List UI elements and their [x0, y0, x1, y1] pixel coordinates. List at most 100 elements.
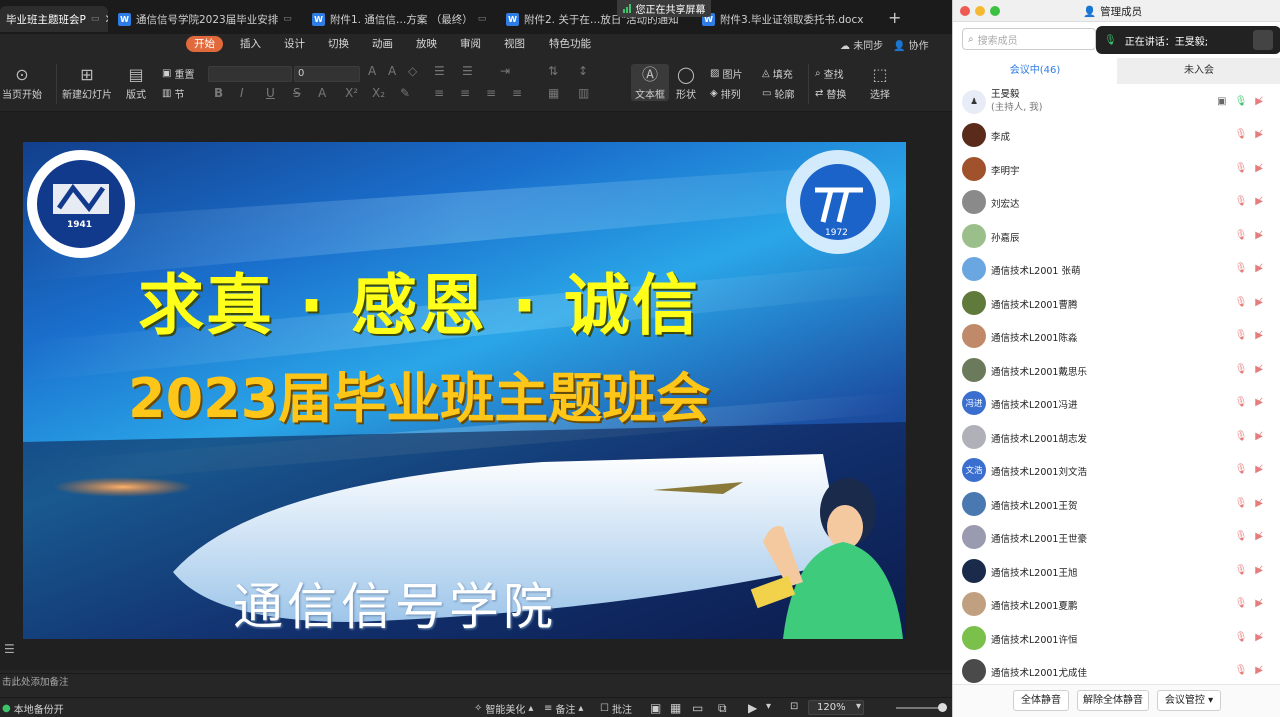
mic-off-icon[interactable]: 🎙 — [1235, 565, 1248, 576]
mic-off-icon[interactable]: 🎙 — [1235, 498, 1248, 509]
outline-button[interactable]: ▭ 轮廓 — [762, 86, 794, 101]
member-row[interactable]: 通信技术L2001曹腾 🎙 ▶̸ — [953, 287, 1280, 320]
menu-home[interactable]: 开始 — [186, 36, 223, 52]
camera-off-icon[interactable]: ▶̸ — [1255, 498, 1263, 509]
indent-icon[interactable]: ⇥ — [500, 64, 510, 78]
mic-off-icon[interactable]: 🎙 — [1235, 163, 1248, 174]
zoom-slider-knob[interactable] — [938, 703, 947, 712]
close-icon[interactable]: ✕ — [104, 12, 108, 26]
meeting-control-button[interactable]: 会议管控 ▾ — [1157, 690, 1221, 711]
slide-title-motto[interactable]: 求真 · 感恩 · 诚信 — [138, 252, 700, 348]
camera-off-icon[interactable]: ▶̸ — [1255, 431, 1263, 442]
member-row-host[interactable]: ♟ 王旻毅 (主持人, 我) ▣ 🎙 ▶̸ — [953, 86, 1280, 119]
mic-off-icon[interactable]: 🎙 — [1235, 196, 1248, 207]
slide-1[interactable]: 求真 · 感恩 · 诚信 2023届毕业班主题班会 通信信号学院 1941 19… — [23, 142, 906, 639]
camera-off-icon[interactable]: ▶̸ — [1255, 665, 1263, 676]
member-row[interactable]: 孙嘉辰 🎙 ▶̸ — [953, 220, 1280, 253]
superscript-icon[interactable]: X² — [345, 86, 358, 100]
reset-button[interactable]: ▣ 重置 — [162, 66, 194, 81]
subscript-icon[interactable]: X₂ — [372, 86, 385, 100]
align-left-icon[interactable]: ≡ — [434, 86, 444, 100]
bullets-icon[interactable]: ☰ — [434, 64, 445, 78]
mic-off-icon[interactable]: 🎙 — [1235, 129, 1248, 140]
grow-font-icon[interactable]: A — [368, 64, 376, 78]
menu-design[interactable]: 设计 — [284, 36, 305, 52]
camera-off-icon[interactable]: ▶̸ — [1255, 464, 1263, 475]
member-row[interactable]: 通信技术L2001陈淼 🎙 ▶̸ — [953, 320, 1280, 353]
caret-icon[interactable]: ▾ — [856, 701, 861, 712]
italic-icon[interactable]: I — [240, 86, 244, 100]
menu-special[interactable]: 特色功能 — [549, 36, 591, 52]
mic-off-icon[interactable]: 🎙 — [1235, 364, 1248, 375]
align-center-icon[interactable]: ≡ — [460, 86, 470, 100]
mute-all-button[interactable]: 全体静音 — [1013, 690, 1069, 711]
find-button[interactable]: ⌕ 查找 — [815, 66, 844, 81]
mic-on-icon[interactable]: 🎙 — [1235, 96, 1248, 107]
tab-not-joined[interactable]: 未入会 — [1117, 58, 1280, 84]
camera-off-icon[interactable]: ▶̸ — [1255, 230, 1263, 241]
distribute-icon[interactable]: ▦ — [548, 86, 559, 100]
normal-view-icon[interactable]: ▣ — [650, 701, 661, 715]
mic-off-icon[interactable]: 🎙 — [1235, 330, 1248, 341]
textbox-button[interactable]: Ⓐ 文本框 — [631, 64, 669, 101]
play-from-current-button[interactable]: ⊙ 当页开始 — [2, 64, 42, 101]
member-row[interactable]: 通信技术L2001胡志发 🎙 ▶̸ — [953, 421, 1280, 454]
mic-off-icon[interactable]: 🎙 — [1235, 632, 1248, 643]
mic-off-icon[interactable]: 🎙 — [1235, 464, 1248, 475]
font-size-select[interactable]: 0 — [294, 66, 360, 82]
font-family-select[interactable] — [208, 66, 292, 82]
camera-off-icon[interactable]: ▶̸ — [1255, 297, 1263, 308]
collab-button[interactable]: 👤 协作 — [893, 37, 929, 52]
select-button[interactable]: ⬚ 选择 — [870, 64, 890, 101]
notes-toggle[interactable]: ≡ 备注 ▴ — [544, 701, 583, 716]
member-row[interactable]: 通信技术L2001夏鹏 🎙 ▶̸ — [953, 588, 1280, 621]
zoom-slider-track[interactable] — [896, 707, 944, 709]
menu-animation[interactable]: 动画 — [372, 36, 393, 52]
reading-view-icon[interactable]: ▭ — [692, 701, 703, 715]
camera-off-icon[interactable]: ▶̸ — [1255, 632, 1263, 643]
picture-button[interactable]: ▨ 图片 — [710, 66, 742, 81]
fill-button[interactable]: ◬ 填充 — [762, 66, 793, 81]
maximize-window-icon[interactable] — [990, 6, 1000, 16]
shape-button[interactable]: ◯ 形状 — [676, 64, 696, 101]
menu-slideshow[interactable]: 放映 — [416, 36, 437, 52]
layout-button[interactable]: ▤ 版式 — [126, 64, 146, 101]
menu-view[interactable]: 视图 — [504, 36, 525, 52]
member-row[interactable]: 通信技术L2001尤成佳 🎙 ▶̸ — [953, 655, 1280, 684]
outline-list-icon[interactable]: ☰ — [4, 642, 15, 656]
line-spacing-icon[interactable]: ↕ — [578, 64, 588, 78]
screen-share-badge[interactable]: 您正在共享屏幕 — [617, 0, 711, 17]
screen-share-icon[interactable]: ▣ — [1217, 96, 1226, 107]
play-icon[interactable]: ▶ — [748, 701, 757, 715]
member-search-input[interactable]: ⌕ 搜索成员 — [962, 28, 1096, 50]
camera-off-icon[interactable]: ▶̸ — [1255, 196, 1263, 207]
replace-button[interactable]: ⇄ 替换 — [815, 86, 846, 101]
camera-off-icon[interactable]: ▶̸ — [1255, 129, 1263, 140]
columns-icon[interactable]: ▥ — [578, 86, 589, 100]
tab-doc-2[interactable]: W 通信信号学院2023届毕业安排 ▭ — [112, 6, 302, 32]
member-row[interactable]: 通信技术L2001 张萌 🎙 ▶̸ — [953, 253, 1280, 286]
member-row[interactable]: 刘宏达 🎙 ▶̸ — [953, 186, 1280, 219]
mic-off-icon[interactable]: 🎙 — [1235, 397, 1248, 408]
mic-off-icon[interactable]: 🎙 — [1235, 297, 1248, 308]
sync-status[interactable]: ☁ 未同步 — [840, 37, 883, 52]
member-row[interactable]: 通信技术L2001王贺 🎙 ▶̸ — [953, 488, 1280, 521]
member-row[interactable]: 通信技术L2001王旭 🎙 ▶̸ — [953, 555, 1280, 588]
justify-icon[interactable]: ≡ — [512, 86, 522, 100]
member-row[interactable]: 李明宇 🎙 ▶̸ — [953, 153, 1280, 186]
shrink-font-icon[interactable]: A — [388, 64, 396, 78]
comments-toggle[interactable]: ☐ 批注 — [600, 701, 632, 716]
backup-status[interactable]: ● 本地备份开 — [2, 701, 64, 716]
camera-off-icon[interactable]: ▶̸ — [1255, 263, 1263, 274]
slide-subtitle[interactable]: 2023届毕业班主题班会 — [128, 354, 710, 433]
arrange-button[interactable]: ◈ 排列 — [710, 86, 741, 101]
minimize-window-icon[interactable] — [975, 6, 985, 16]
fit-window-icon[interactable]: ⊡ — [790, 701, 798, 712]
member-row[interactable]: 文浩 通信技术L2001刘文浩 🎙 ▶̸ — [953, 454, 1280, 487]
member-row[interactable]: 通信技术L2001王世豪 🎙 ▶̸ — [953, 521, 1280, 554]
camera-off-icon[interactable]: ▶̸ — [1255, 397, 1263, 408]
camera-off-icon[interactable]: ▶̸ — [1255, 565, 1263, 576]
mic-off-icon[interactable]: 🎙 — [1235, 598, 1248, 609]
slide-college-name[interactable]: 通信信号学院 — [233, 567, 557, 639]
camera-off-icon[interactable]: ▶̸ — [1255, 163, 1263, 174]
